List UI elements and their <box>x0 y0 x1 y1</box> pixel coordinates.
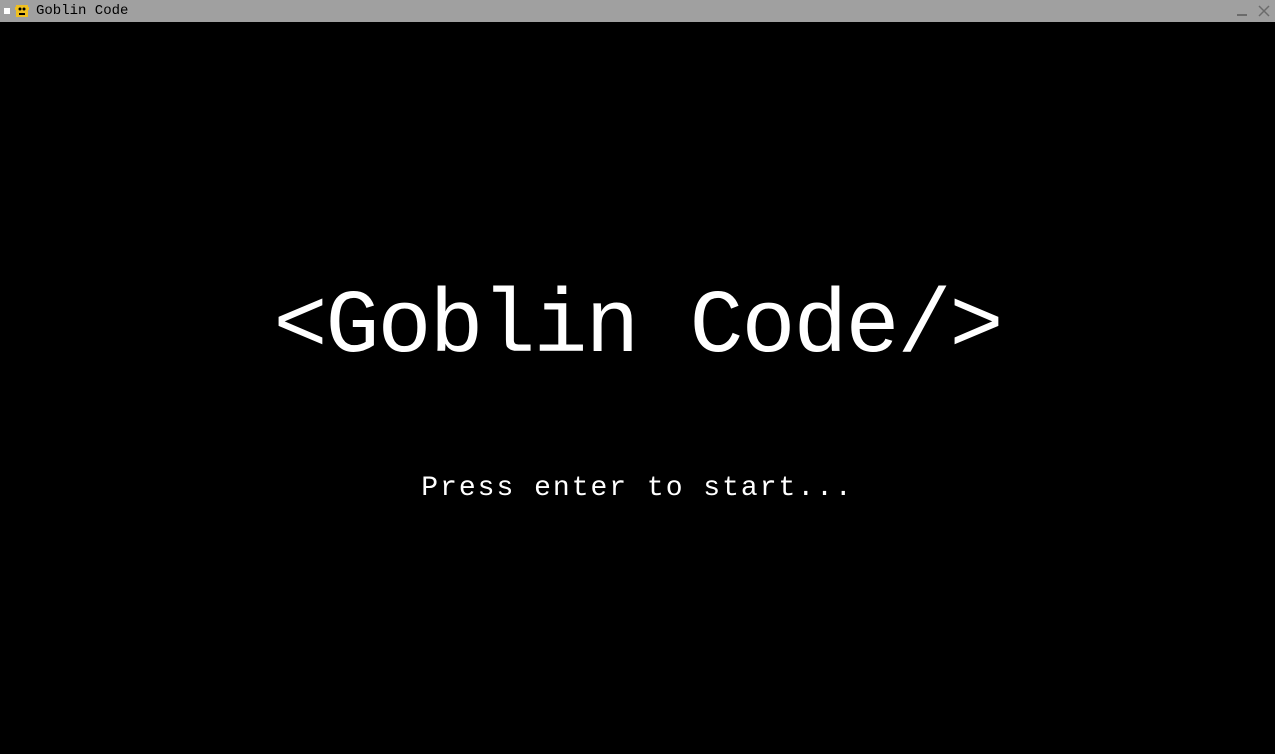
system-menu-icon[interactable] <box>4 8 10 14</box>
window-titlebar: Goblin Code <box>0 0 1275 22</box>
titlebar-controls <box>1235 0 1271 22</box>
window-title: Goblin Code <box>36 3 128 19</box>
minimize-button[interactable] <box>1235 4 1249 18</box>
game-title: <Goblin Code/> <box>273 277 1001 379</box>
app-icon <box>14 3 30 19</box>
titlebar-left: Goblin Code <box>4 3 128 19</box>
start-prompt: Press enter to start... <box>421 473 853 504</box>
close-button[interactable] <box>1257 4 1271 18</box>
game-start-screen[interactable]: <Goblin Code/> Press enter to start... <box>0 22 1275 754</box>
